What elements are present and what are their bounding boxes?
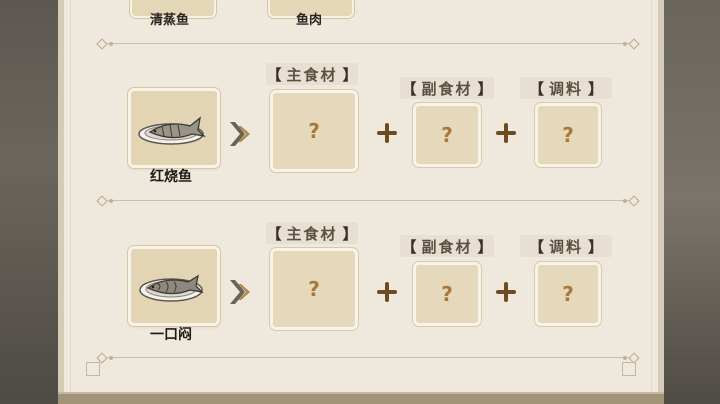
recipe-screen: 清蒸鱼 鱼肉 红烧鱼 【主食材】 ? 【副食材】 ? 【调料】 ? 一口闷 【 … [0,0,720,404]
question-mark: ? [441,282,453,306]
double-chevron-right-icon [230,280,250,304]
question-mark: ? [441,123,453,147]
question-mark: ? [562,123,574,147]
side-ingredient-slot[interactable]: ? [413,103,481,167]
top-dish-label: 清蒸鱼 [150,13,190,28]
seasoning-slot[interactable]: ? [535,262,601,326]
question-mark: ? [308,277,320,301]
section-divider [96,195,640,207]
seasoning-slot[interactable]: ? [535,103,601,167]
fish-plate-icon [139,274,204,302]
side-ingredient-slot[interactable]: ? [413,262,481,326]
double-chevron-right-icon [230,122,250,146]
background-left [0,0,60,404]
question-mark: ? [562,282,574,306]
plus-icon [375,121,399,145]
corner-ornament [86,362,100,376]
panel-bottom-frame [58,392,664,404]
section-divider [96,38,640,50]
main-ingredient-tag: 【主食材】 [266,222,358,244]
seasoning-tag: 【调料】 [520,77,612,99]
plus-icon [375,280,399,304]
bottom-divider [96,352,640,364]
dish-card[interactable] [128,88,220,168]
top-ingredient-label: 鱼肉 [296,13,323,28]
main-ingredient-slot[interactable]: ? [270,90,358,172]
fish-plate-icon [138,116,206,145]
side-ingredient-tag: 【副食材】 [400,235,494,257]
dish-card[interactable] [128,246,220,326]
dish-name: 红烧鱼 [150,169,192,185]
question-mark: ? [308,119,320,143]
corner-ornament [622,362,636,376]
plus-icon [494,280,518,304]
background-right [660,0,720,404]
plus-icon [494,121,518,145]
side-ingredient-tag: 【副食材】 [400,77,494,99]
main-ingredient-slot[interactable]: ? [270,248,358,330]
seasoning-tag: 【调料】 [520,235,612,257]
dish-name: 一口闷 [150,327,192,343]
main-ingredient-tag: 【主食材】 [266,63,358,85]
